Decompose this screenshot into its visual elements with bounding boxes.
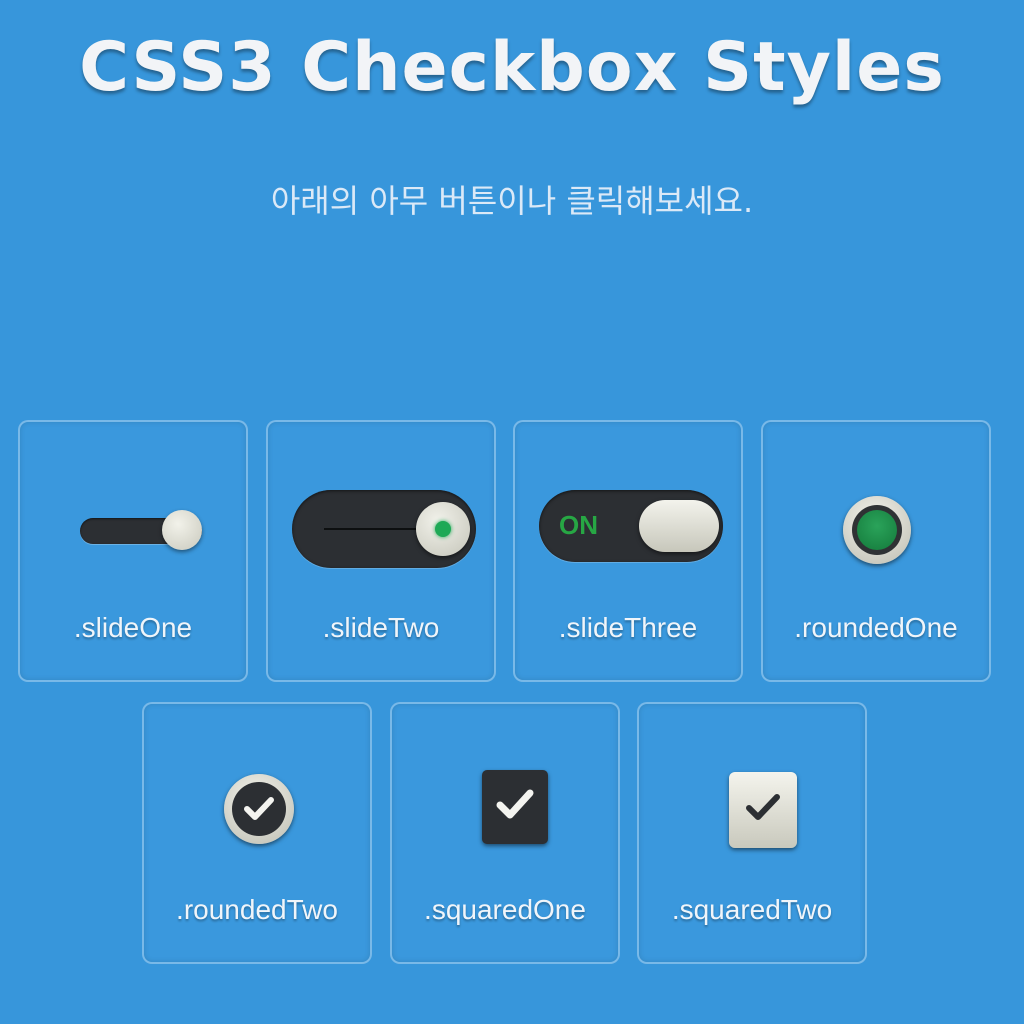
checkbox-label: .squaredOne xyxy=(424,894,586,925)
checkbox-card-slidethree[interactable]: ON .slideThree xyxy=(513,420,743,682)
checkmark-icon xyxy=(496,789,534,819)
checkbox-label: .roundedOne xyxy=(794,612,958,643)
checkbox-card-roundedtwo[interactable]: .roundedTwo xyxy=(142,702,372,964)
toggle-knob[interactable] xyxy=(639,500,719,552)
checkmark-icon xyxy=(746,794,780,820)
page: CSS3 Checkbox Styles 아래의 아무 버튼이나 클릭해보세요.… xyxy=(0,0,1024,1024)
checkbox-card-slidetwo[interactable]: .slideTwo xyxy=(266,420,496,682)
slider-knob[interactable] xyxy=(162,510,202,550)
checkbox-label: .slideTwo xyxy=(322,612,440,643)
checked-dot-icon xyxy=(857,510,897,550)
slider-groove xyxy=(324,528,424,530)
page-subtitle: 아래의 아무 버튼이나 클릭해보세요. xyxy=(270,182,754,220)
page-title: CSS3 Checkbox Styles xyxy=(79,28,945,107)
checkbox-label: .slideThree xyxy=(558,612,698,643)
checkmark-icon xyxy=(244,797,274,820)
checkbox-label: .squaredTwo xyxy=(671,894,833,925)
status-light-icon xyxy=(435,521,451,537)
checkbox-card-slideone[interactable]: .slideOne xyxy=(18,420,248,682)
checkbox-label: .slideOne xyxy=(73,612,193,643)
checkbox-card-squaredtwo[interactable]: .squaredTwo xyxy=(637,702,867,964)
checkbox-card-roundedone[interactable]: .roundedOne xyxy=(761,420,991,682)
toggle-state-text: ON xyxy=(559,510,598,540)
checkbox-card-squaredone[interactable]: .squaredOne xyxy=(390,702,620,964)
checkbox-label: .roundedTwo xyxy=(176,894,338,925)
